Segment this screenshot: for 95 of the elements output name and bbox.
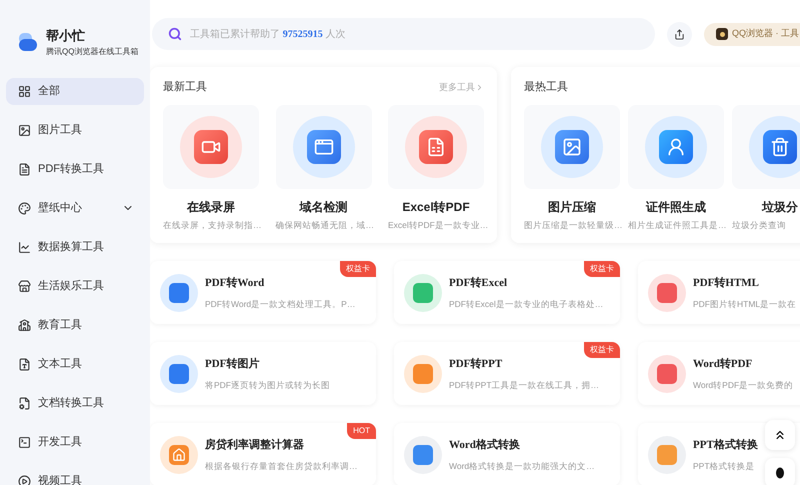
category-icon <box>18 280 31 292</box>
logo-icon <box>18 32 38 52</box>
browser-logo-icon <box>716 28 728 40</box>
search-icon <box>168 27 182 41</box>
tool-icon <box>749 116 800 178</box>
tool-description: 图片压缩是一款轻量级… <box>524 218 622 232</box>
tool-card[interactable]: 权益卡 PDF转PPT PDF转PPT工具是一款在线工具，拥… <box>394 342 620 406</box>
tool-description: PDF转PPT工具是一款在线工具，拥… <box>449 378 600 392</box>
sidebar-item[interactable]: 文档转换工具 <box>6 390 144 416</box>
tool-name: PPT格式转换 <box>693 438 758 454</box>
tool-icon <box>160 274 198 312</box>
tool-tile-background[interactable] <box>276 104 372 188</box>
category-icon <box>18 474 31 485</box>
tool-icon <box>404 436 442 474</box>
tool-description: 确保网站畅通无阻，域… <box>276 218 374 232</box>
category-icon <box>18 358 31 370</box>
category-icon <box>18 240 31 254</box>
brand-subtitle: 腾讯QQ浏览器在线工具箱 <box>46 46 138 58</box>
tool-description: PDF转Excel是一款专业的电子表格处… <box>449 298 604 310</box>
tool-icon <box>404 354 442 393</box>
tool-tile-background[interactable] <box>388 104 484 188</box>
tool-name: 证件照生成 <box>646 198 706 216</box>
tool-card[interactable]: 权益卡 PDF转Excel PDF转Excel是一款专业的电子表格处… <box>394 261 620 324</box>
tool-description: 垃圾分类查询 <box>732 218 786 232</box>
share-icon <box>674 28 685 40</box>
tool-description: 根据各银行存量首套住房贷款利率调… <box>205 460 358 472</box>
category-icon <box>18 436 31 448</box>
tool-badge: 权益卡 <box>340 261 376 278</box>
tool-badge: 权益卡 <box>584 261 620 278</box>
search-field[interactable]: 工具箱已累计帮助了 97525915 人次 <box>152 18 655 50</box>
sidebar-item[interactable]: 壁纸中心 <box>6 194 144 222</box>
tool-name: PDF转HTML <box>693 276 760 292</box>
tool-description: Word格式转换是一款功能强大的文… <box>449 460 595 472</box>
tool-icon <box>404 274 442 312</box>
sidebar-item[interactable]: 生活娱乐工具 <box>6 272 144 300</box>
tool-description: Word转PDF是一款免费的 <box>693 378 794 392</box>
category-icon <box>18 396 31 410</box>
category-icon <box>18 162 31 176</box>
tool-name: 在线录屏 <box>187 198 235 216</box>
tool-name: 房贷利率调整计算器 <box>205 438 305 454</box>
tool-name: PDF转PPT <box>449 356 504 372</box>
tool-tile-background[interactable] <box>732 104 800 188</box>
tool-badge: 权益卡 <box>584 342 620 358</box>
category-icon <box>18 84 31 98</box>
tool-icon <box>648 436 686 474</box>
back-to-top-button[interactable] <box>765 420 795 450</box>
tool-description: PPT格式转换是 <box>693 460 756 472</box>
sidebar-item[interactable]: 开发工具 <box>6 428 144 456</box>
tool-card[interactable]: HOT 房贷利率调整计算器 根据各银行存量首套住房贷款利率调… <box>150 423 376 485</box>
tool-icon <box>160 354 198 393</box>
tool-description: PDF图片转HTML是一款在 <box>693 298 796 310</box>
sidebar-item[interactable]: 数据换算工具 <box>6 234 144 260</box>
browser-pill[interactable]: QQ浏览器 · 工具 <box>704 22 800 46</box>
sidebar-item[interactable]: PDF转换工具 <box>6 156 144 182</box>
category-icon <box>18 124 31 136</box>
tool-card[interactable]: PDF转HTML PDF图片转HTML是一款在 <box>638 261 800 324</box>
tool-description: 将PDF逐页转为图片或转为长图 <box>205 378 330 392</box>
tool-description: PDF转Word是一款文档处理工具。P… <box>205 298 356 310</box>
brand-name: 帮小忙 <box>46 27 86 45</box>
tool-badge: HOT <box>347 423 376 440</box>
tool-card[interactable]: 权益卡 PDF转Word PDF转Word是一款文档处理工具。P… <box>150 261 376 324</box>
tool-card[interactable]: PDF转图片 将PDF逐页转为图片或转为长图 <box>150 342 376 406</box>
browser-pill-label: QQ浏览器 · 工具 <box>732 27 799 40</box>
category-icon <box>18 318 31 332</box>
tool-name: 垃圾分 <box>762 198 798 216</box>
section-title: 最新工具 <box>163 80 207 95</box>
category-icon <box>18 202 31 214</box>
sidebar-item[interactable]: 图片工具 <box>6 116 144 144</box>
chevron-right-icon <box>475 82 484 92</box>
tool-name: Word格式转换 <box>449 438 521 454</box>
sidebar-item[interactable]: 全部 <box>6 78 144 104</box>
tool-name: PDF转Excel <box>449 276 508 292</box>
tool-name: Word转PDF <box>693 356 754 372</box>
tool-tile-background[interactable] <box>163 104 259 188</box>
section-title: 最热工具 <box>524 80 568 95</box>
tool-name: Excel转PDF <box>402 198 470 216</box>
tool-description: Excel转PDF是一款专业… <box>388 218 488 232</box>
tool-description: 相片生成证件照工具是… <box>628 218 726 232</box>
tool-tile-background[interactable] <box>628 104 724 188</box>
tool-icon <box>648 354 686 393</box>
tool-card[interactable]: Word转PDF Word转PDF是一款免费的 <box>638 342 800 406</box>
tool-name: PDF转图片 <box>205 356 260 372</box>
search-placeholder: 工具箱已累计帮助了 97525915 人次 <box>190 28 346 42</box>
tool-tile-background[interactable] <box>524 104 620 188</box>
tool-name: 图片压缩 <box>548 198 596 216</box>
tool-icon <box>160 436 198 474</box>
sidebar-item[interactable]: 教育工具 <box>6 312 144 338</box>
share-button[interactable] <box>667 22 692 46</box>
tool-card[interactable]: Word格式转换 Word格式转换是一款功能强大的文… <box>394 423 620 485</box>
tool-icon <box>648 274 686 312</box>
tool-name: PDF转Word <box>205 276 266 292</box>
qq-button[interactable] <box>765 458 795 485</box>
sidebar-item[interactable]: 文本工具 <box>6 350 144 378</box>
tool-description: 在线录屏，支持录制指… <box>163 218 262 232</box>
tool-name: 域名检测 <box>300 198 348 216</box>
